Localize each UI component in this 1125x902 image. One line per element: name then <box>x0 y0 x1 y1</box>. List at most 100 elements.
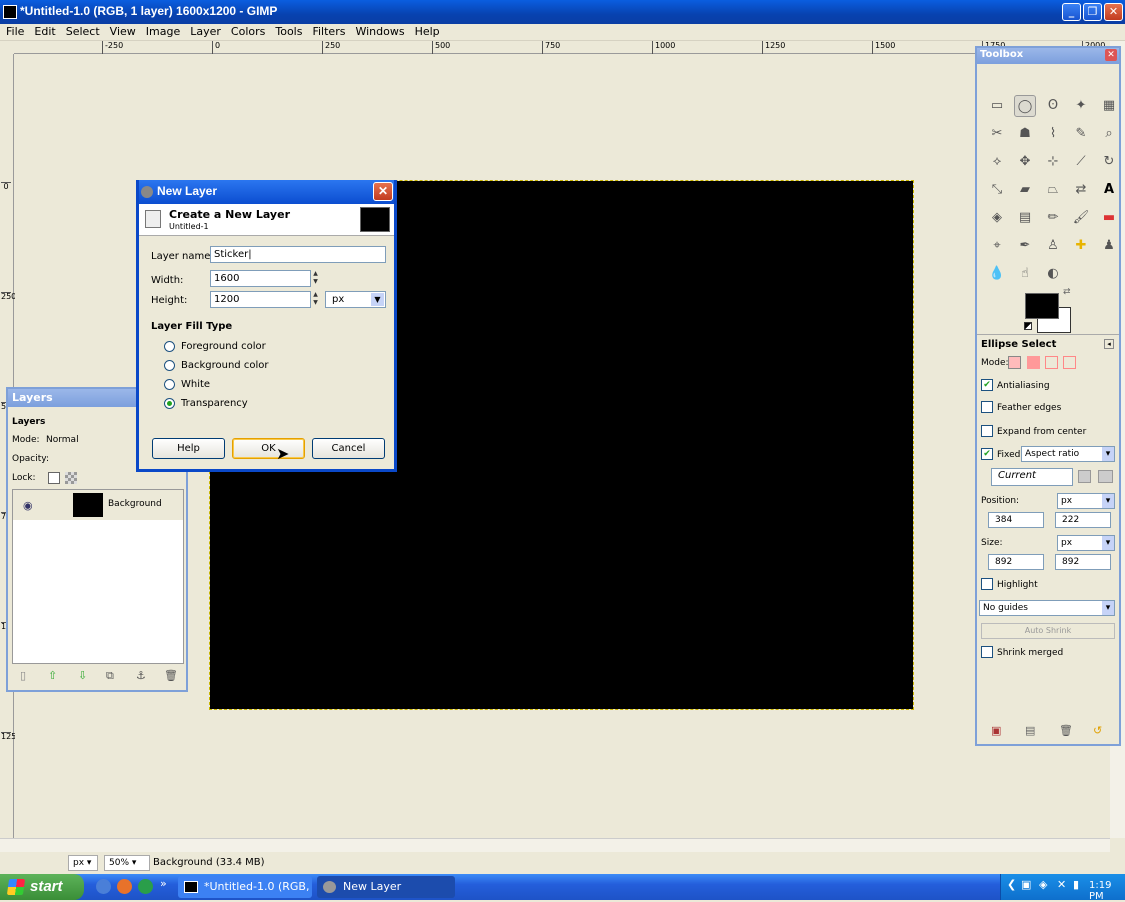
mode-add-icon[interactable] <box>1027 356 1040 369</box>
media-player-icon[interactable] <box>138 879 153 894</box>
position-y-input[interactable]: 222 <box>1055 512 1111 528</box>
tray-arrow-icon[interactable]: ❮ <box>1007 878 1016 891</box>
close-button[interactable]: ✕ <box>1104 3 1123 21</box>
volume-icon[interactable]: ◈ <box>1039 878 1047 891</box>
rect-select-icon[interactable]: ▭ <box>986 95 1008 117</box>
expand-checkbox[interactable] <box>981 425 993 437</box>
guides-dropdown[interactable]: No guides <box>979 600 1115 616</box>
mode-select[interactable]: Normal <box>46 435 79 445</box>
chevron-icon[interactable]: » <box>160 877 167 890</box>
lower-layer-icon[interactable]: ⇩ <box>78 669 87 682</box>
task-new-layer[interactable]: New Layer <box>317 876 455 898</box>
foreground-select-icon[interactable]: ☗ <box>1014 123 1036 145</box>
minimize-button[interactable]: _ <box>1062 3 1081 21</box>
smudge-icon[interactable]: ☝ <box>1014 263 1036 285</box>
antialiasing-checkbox[interactable]: ✔ <box>981 379 993 391</box>
shear-icon[interactable]: ▰ <box>1014 179 1036 201</box>
cancel-button[interactable]: Cancel <box>312 438 385 459</box>
tray-app-icon[interactable]: ▮ <box>1073 878 1079 891</box>
ink-icon[interactable]: ✒ <box>1014 235 1036 257</box>
foreground-color-swatch[interactable] <box>1025 293 1059 319</box>
fill-option-label[interactable]: Background color <box>181 360 268 371</box>
layer-name-input[interactable]: Sticker| <box>210 246 386 263</box>
delete-layer-icon[interactable]: 🗑 <box>164 669 178 682</box>
dialog-close-button[interactable]: ✕ <box>373 182 393 201</box>
size-unit-dropdown[interactable]: px <box>1057 535 1115 551</box>
task-gimp-image[interactable]: *Untitled-1.0 (RGB, 1... <box>178 876 312 898</box>
layer-row[interactable]: ◉ Background <box>13 490 183 520</box>
mode-intersect-icon[interactable] <box>1063 356 1076 369</box>
height-stepper[interactable]: ▲ ▼ <box>311 291 320 308</box>
help-button[interactable]: Help <box>152 438 225 459</box>
size-height-input[interactable]: 892 <box>1055 554 1111 570</box>
mode-replace-icon[interactable] <box>1008 356 1021 369</box>
align-icon[interactable]: ⊹ <box>1042 151 1064 173</box>
flip-icon[interactable]: ⇄ <box>1070 179 1092 201</box>
menu-help[interactable]: Help <box>411 24 444 39</box>
tool-options-menu-icon[interactable]: ◂ <box>1104 339 1114 349</box>
ie-icon[interactable] <box>96 879 111 894</box>
menu-colors[interactable]: Colors <box>227 24 269 39</box>
crop-icon[interactable]: ⟋ <box>1070 151 1092 173</box>
select-by-color-icon[interactable]: ▦ <box>1098 95 1120 117</box>
restore-options-icon[interactable]: ▤ <box>1025 724 1035 737</box>
antialiasing-label[interactable]: Antialiasing <box>997 381 1050 391</box>
security-icon[interactable]: ✕ <box>1057 878 1066 891</box>
heal-icon[interactable]: ✚ <box>1070 235 1092 257</box>
mode-subtract-icon[interactable] <box>1045 356 1058 369</box>
position-unit-dropdown[interactable]: px <box>1057 493 1115 509</box>
zoom-select[interactable]: 50% ▾ <box>104 855 150 871</box>
fill-option-label[interactable]: Foreground color <box>181 341 266 352</box>
width-input[interactable]: 1600 <box>210 270 311 287</box>
landscape-icon[interactable] <box>1098 470 1113 483</box>
feather-checkbox[interactable] <box>981 401 993 413</box>
blend-icon[interactable]: ▤ <box>1014 207 1036 229</box>
menu-filters[interactable]: Filters <box>308 24 349 39</box>
unit-select[interactable]: px ▾ <box>68 855 98 871</box>
dodge-burn-icon[interactable]: ◐ <box>1042 263 1064 285</box>
horizontal-scrollbar[interactable] <box>0 838 1110 852</box>
pencil-icon[interactable]: ✏ <box>1042 207 1064 229</box>
anchor-layer-icon[interactable]: ⚓ <box>136 669 146 682</box>
ok-button[interactable]: OK <box>232 438 305 459</box>
menu-tools[interactable]: Tools <box>271 24 306 39</box>
menu-layer[interactable]: Layer <box>186 24 225 39</box>
reset-options-icon[interactable]: ↺ <box>1093 724 1102 737</box>
zoom-icon[interactable]: ⌕ <box>1098 123 1120 145</box>
lock-pixels-checkbox[interactable] <box>48 472 60 484</box>
perspective-clone-icon[interactable]: ♟ <box>1098 235 1120 257</box>
menu-windows[interactable]: Windows <box>351 24 408 39</box>
raise-layer-icon[interactable]: ⇧ <box>48 669 57 682</box>
fill-option-label[interactable]: Transparency <box>181 398 248 409</box>
layer-name[interactable]: Background <box>108 499 162 509</box>
start-button[interactable]: start <box>0 874 84 900</box>
radio-foreground[interactable] <box>164 341 175 352</box>
paths-icon[interactable]: ⌇ <box>1042 123 1064 145</box>
delete-options-icon[interactable]: 🗑 <box>1059 724 1073 737</box>
eraser-icon[interactable]: ▬ <box>1098 207 1120 229</box>
network-icon[interactable]: ▣ <box>1021 878 1031 891</box>
highlight-label[interactable]: Highlight <box>997 580 1038 590</box>
radio-background[interactable] <box>164 360 175 371</box>
height-input[interactable]: 1200 <box>210 291 311 308</box>
toolbox-titlebar[interactable]: Toolbox ✕ <box>977 48 1119 64</box>
menu-file[interactable]: File <box>2 24 28 39</box>
radio-white[interactable] <box>164 379 175 390</box>
horizontal-ruler[interactable]: -250 0 250 500 750 1000 1250 1500 1750 2… <box>14 41 1110 54</box>
free-select-icon[interactable]: ʘ <box>1042 95 1064 117</box>
visibility-eye-icon[interactable]: ◉ <box>23 499 33 512</box>
blur-icon[interactable]: 💧 <box>986 263 1008 285</box>
fixed-checkbox[interactable]: ✔ <box>981 448 993 460</box>
text-icon[interactable]: A <box>1098 179 1120 201</box>
reset-colors-icon[interactable] <box>1024 322 1032 330</box>
feather-label[interactable]: Feather edges <box>997 403 1061 413</box>
swap-colors-icon[interactable]: ⇄ <box>1063 287 1071 297</box>
perspective-icon[interactable]: ⏢ <box>1042 179 1064 201</box>
duplicate-layer-icon[interactable]: ⧉ <box>106 669 114 683</box>
layers-tab-label[interactable]: Layers <box>12 417 45 427</box>
measure-icon[interactable]: ⟡ <box>986 151 1008 173</box>
paintbrush-icon[interactable]: 🖌 <box>1070 207 1092 229</box>
unit-dropdown[interactable]: px ▼ <box>325 291 386 308</box>
highlight-checkbox[interactable] <box>981 578 993 590</box>
rotate-icon[interactable]: ↻ <box>1098 151 1120 173</box>
